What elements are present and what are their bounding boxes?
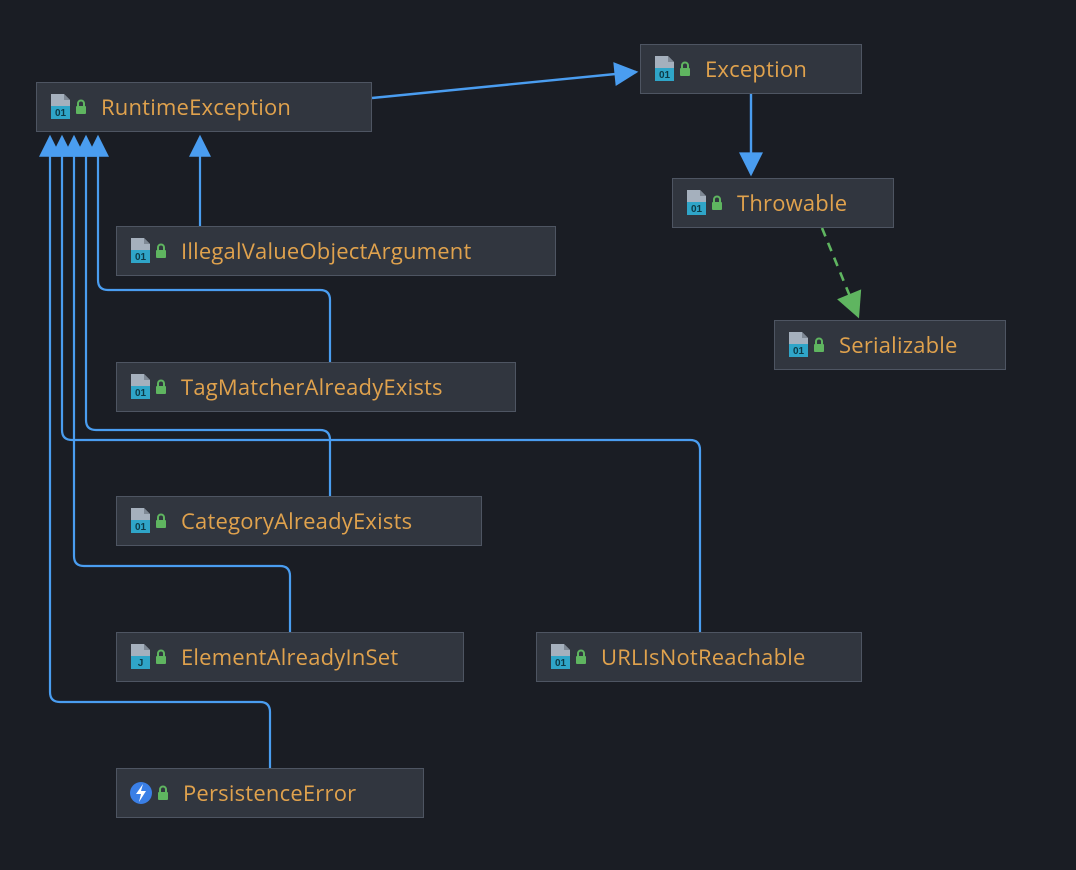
svg-text:01: 01	[691, 204, 703, 215]
node-label: RuntimeException	[101, 92, 291, 122]
class-file-icon: 01	[787, 332, 825, 358]
node-label: CategoryAlreadyExists	[181, 506, 412, 536]
svg-text:01: 01	[135, 522, 147, 533]
svg-text:01: 01	[659, 70, 671, 81]
svg-text:J: J	[138, 658, 144, 669]
java-file-icon: J	[129, 644, 167, 670]
class-file-icon: 01	[49, 94, 87, 120]
edge-runtimeexception-exception	[372, 72, 636, 98]
node-label: ElementAlreadyInSet	[181, 642, 398, 672]
node-illegalvalueobjectargument[interactable]: 01 IllegalValueObjectArgument	[116, 226, 556, 276]
edge-categoryalreadyexists-runtimeexception	[86, 137, 330, 496]
node-persistenceerror[interactable]: PersistenceError	[116, 768, 424, 818]
svg-text:01: 01	[135, 388, 147, 399]
svg-text:01: 01	[135, 252, 147, 263]
svg-text:01: 01	[793, 346, 805, 357]
node-label: PersistenceError	[183, 778, 356, 808]
node-urlisnotreachable[interactable]: 01 URLIsNotReachable	[536, 632, 862, 682]
svg-text:01: 01	[55, 108, 67, 119]
node-throwable[interactable]: 01 Throwable	[672, 178, 894, 228]
edge-throwable-serializable	[822, 228, 858, 316]
node-serializable[interactable]: 01 Serializable	[774, 320, 1006, 370]
class-file-icon: 01	[685, 190, 723, 216]
node-runtimeexception[interactable]: 01 RuntimeException	[36, 82, 372, 132]
node-label: IllegalValueObjectArgument	[181, 236, 472, 266]
node-categoryalreadyexists[interactable]: 01 CategoryAlreadyExists	[116, 496, 482, 546]
svg-text:01: 01	[555, 658, 567, 669]
class-hierarchy-diagram: 01 RuntimeException 01 Exception 01 Thro…	[0, 0, 1076, 870]
node-tagmatcheralreadyexists[interactable]: 01 TagMatcherAlreadyExists	[116, 362, 516, 412]
event-icon	[129, 781, 169, 805]
node-label: Throwable	[737, 188, 847, 218]
node-label: TagMatcherAlreadyExists	[181, 372, 443, 402]
node-exception[interactable]: 01 Exception	[640, 44, 862, 94]
node-elementalreadyinset[interactable]: J ElementAlreadyInSet	[116, 632, 464, 682]
class-file-icon: 01	[129, 508, 167, 534]
node-label: URLIsNotReachable	[601, 642, 806, 672]
class-file-icon: 01	[549, 644, 587, 670]
node-label: Exception	[705, 54, 807, 84]
class-file-icon: 01	[129, 374, 167, 400]
class-file-icon: 01	[129, 238, 167, 264]
class-file-icon: 01	[653, 56, 691, 82]
node-label: Serializable	[839, 330, 958, 360]
